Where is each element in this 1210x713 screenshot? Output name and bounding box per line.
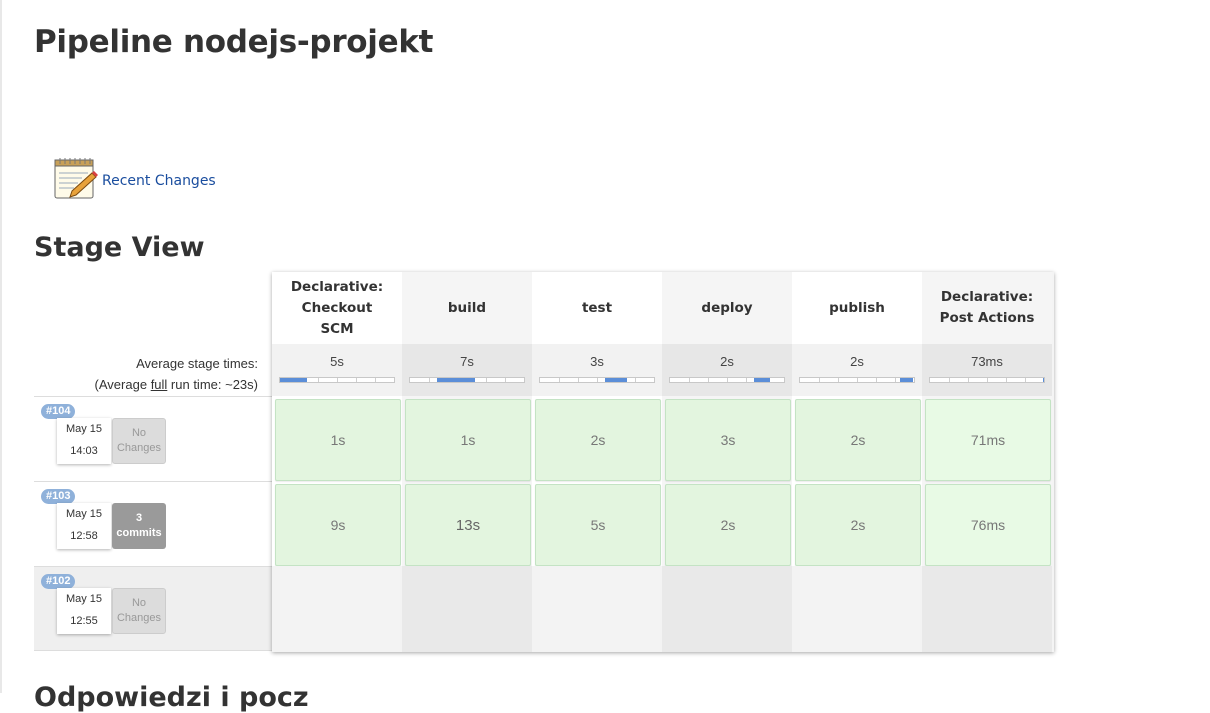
- avg-full-prefix: (Average: [94, 377, 151, 392]
- stage-cell[interactable]: 5s: [535, 484, 661, 566]
- stage-column: Declarative: Checkout SCM 5s 1s 9s: [272, 272, 402, 652]
- stage-cell[interactable]: 2s: [795, 399, 921, 481]
- stage-average-time: 73ms: [971, 354, 1003, 369]
- stage-average-time: 2s: [850, 354, 864, 369]
- stage-share-bar: [539, 377, 655, 383]
- stage-header: deploy: [662, 272, 792, 344]
- stage-header: Declarative: Checkout SCM: [272, 272, 402, 344]
- stage-cell-empty: [792, 566, 922, 652]
- stage-cell-empty: [662, 566, 792, 652]
- stage-column: build 7s 1s 13s: [402, 272, 532, 652]
- commits-count: 3: [135, 512, 143, 524]
- stage-cell[interactable]: 2s: [795, 484, 921, 566]
- build-number-badge[interactable]: #104: [41, 404, 76, 419]
- stage-cell[interactable]: 3s: [665, 399, 791, 481]
- recent-changes-link[interactable]: Recent Changes: [102, 173, 216, 189]
- stage-header: publish: [792, 272, 922, 344]
- stage-share-fill: [900, 378, 913, 382]
- stage-share-fill: [280, 378, 308, 382]
- stage-cell[interactable]: 2s: [535, 399, 661, 481]
- stage-cell-empty: [532, 566, 662, 652]
- run-row: #103 May 15 12:58 3 commits: [34, 481, 272, 566]
- stage-average-time: 2s: [720, 354, 734, 369]
- stage-average-time: 5s: [330, 354, 344, 369]
- stage-header: test: [532, 272, 662, 344]
- build-number-badge[interactable]: #103: [41, 489, 76, 504]
- stage-cell[interactable]: 76ms: [925, 484, 1051, 566]
- stage-column: publish 2s 2s 2s: [792, 272, 922, 652]
- left-border: [0, 0, 2, 693]
- stage-average: 73ms: [922, 344, 1052, 396]
- stage-share-bar: [409, 377, 525, 383]
- changes-box: No Changes: [112, 588, 166, 634]
- avg-full-suffix: run time: ~23s): [167, 377, 258, 392]
- stage-cell-empty: [402, 566, 532, 652]
- average-stage-times-label: Average stage times:: [136, 356, 258, 371]
- changes-line2: Changes: [116, 612, 162, 624]
- run-date: May 15 12:55: [57, 588, 111, 634]
- average-full-run-time: (Average full run time: ~23s): [40, 377, 258, 392]
- stage-average: 2s: [662, 344, 792, 396]
- stage-share-bar: [279, 377, 395, 383]
- commits-label: commits: [116, 527, 162, 539]
- stage-column: Declarative: Post Actions 73ms 71ms 76ms: [922, 272, 1052, 652]
- stage-cell[interactable]: 71ms: [925, 399, 1051, 481]
- stage-header: build: [402, 272, 532, 344]
- run-row: #104 May 15 14:03 No Changes: [34, 396, 272, 481]
- stage-cell-empty: [922, 566, 1052, 652]
- notepad-pencil-icon: [52, 155, 98, 201]
- full-run-link[interactable]: full: [151, 377, 168, 392]
- commits-button[interactable]: 3 commits: [112, 503, 166, 549]
- stage-average: 5s: [272, 344, 402, 396]
- stage-share-fill: [604, 378, 627, 382]
- changes-line2: Changes: [116, 442, 162, 454]
- run-date: May 15 14:03: [57, 418, 111, 464]
- stage-column: deploy 2s 3s 2s: [662, 272, 792, 652]
- stage-cell[interactable]: 1s: [405, 399, 531, 481]
- stage-view-grid: Declarative: Checkout SCM 5s 1s 9s build 7s 1s…: [272, 272, 1054, 652]
- run-date: May 15 12:58: [57, 503, 111, 549]
- changes-box: No Changes: [112, 418, 166, 464]
- stage-name: build: [447, 299, 487, 316]
- stage-cell[interactable]: 13s: [405, 484, 531, 566]
- stage-average: 7s: [402, 344, 532, 396]
- build-number-badge[interactable]: #102: [41, 574, 76, 589]
- stage-share-bar: [669, 377, 785, 383]
- stage-view-title: Stage View: [34, 232, 205, 263]
- run-date-day: May 15: [65, 423, 103, 435]
- stage-share-fill: [754, 378, 771, 382]
- stage-share-bar: [799, 377, 915, 383]
- recent-changes[interactable]: Recent Changes: [52, 155, 216, 201]
- stage-name: publish: [829, 299, 885, 316]
- changes-line1: No: [131, 597, 147, 609]
- changes-line1: No: [131, 427, 147, 439]
- page-title: Pipeline nodejs-projekt: [34, 24, 434, 60]
- stage-name: Declarative: Post Actions: [939, 289, 1035, 326]
- run-date-time: 14:03: [70, 445, 98, 457]
- run-date-day: May 15: [65, 593, 103, 605]
- stage-header: Declarative: Post Actions: [922, 272, 1052, 344]
- stage-name: deploy: [701, 299, 753, 316]
- run-date-day: May 15: [65, 508, 103, 520]
- stage-average-time: 7s: [460, 354, 474, 369]
- table-bottom-border: [34, 650, 272, 651]
- next-section-title: Odpowiedzi i pocz: [34, 682, 309, 713]
- stage-average: 2s: [792, 344, 922, 396]
- stage-cell[interactable]: 2s: [665, 484, 791, 566]
- stage-average-time: 3s: [590, 354, 604, 369]
- run-date-time: 12:58: [70, 530, 98, 542]
- stage-column: test 3s 2s 5s: [532, 272, 662, 652]
- stage-name: test: [581, 299, 613, 316]
- stage-cell[interactable]: 9s: [275, 484, 401, 566]
- stage-name: Declarative: Checkout SCM: [290, 278, 384, 337]
- stage-share-fill: [437, 378, 475, 382]
- stage-share-fill: [1042, 378, 1044, 382]
- stage-share-bar: [929, 377, 1045, 383]
- stage-cell-empty: [272, 566, 402, 652]
- run-row: #102 May 15 12:55 No Changes: [34, 566, 272, 651]
- stage-cell[interactable]: 1s: [275, 399, 401, 481]
- stage-average: 3s: [532, 344, 662, 396]
- run-date-time: 12:55: [70, 615, 98, 627]
